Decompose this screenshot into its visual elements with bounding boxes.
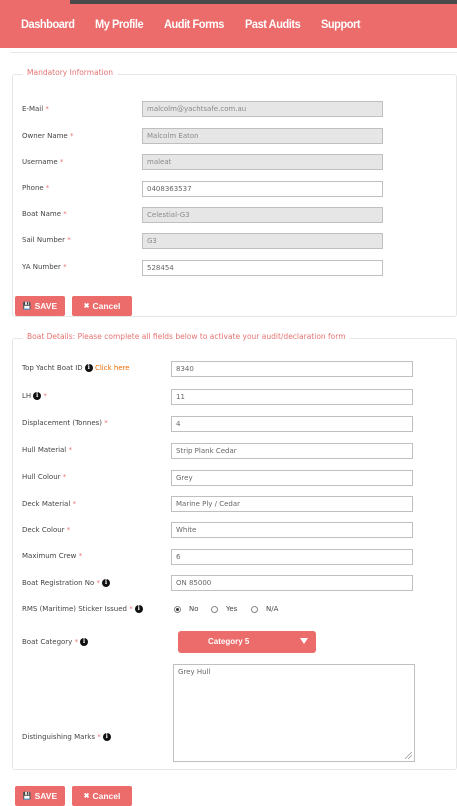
email-label: E-Mail * xyxy=(22,105,49,113)
info-icon[interactable]: i xyxy=(102,579,111,587)
hull-colour-field[interactable]: Grey xyxy=(171,470,413,486)
boat-category-label: Boat Category * i xyxy=(22,638,89,646)
rms-sticker-label: RMS (Maritime) Sticker Issued * i xyxy=(22,605,143,613)
click-here-link[interactable]: Click here xyxy=(95,364,130,372)
boat-category-select[interactable]: Category 5 xyxy=(178,631,316,653)
email-field[interactable]: malcolm@yachtsafe.com.au xyxy=(142,101,383,117)
floppy-disk-icon: 💾 xyxy=(22,793,32,800)
x-icon: ✖ xyxy=(83,793,90,800)
boat-details-legend: Boat Details: Please complete all fields… xyxy=(23,332,350,341)
ya-number-label: YA Number * xyxy=(22,263,67,271)
rms-radio-na[interactable] xyxy=(251,606,258,613)
displacement-field[interactable]: 4 xyxy=(171,416,413,432)
rms-radio-yes[interactable] xyxy=(211,606,218,613)
phone-field[interactable]: 0408363537 xyxy=(142,181,383,197)
main-nav: Dashboard My Profile Audit Forms Past Au… xyxy=(0,0,379,48)
sail-number-label: Sail Number * xyxy=(22,236,71,244)
nav-support[interactable]: Support xyxy=(321,17,361,31)
boat-name-field[interactable]: Celestial-G3 xyxy=(142,207,383,223)
owner-name-label: Owner Name * xyxy=(22,132,74,140)
rms-radio-na-label: N/A xyxy=(266,605,279,613)
rms-radio-no[interactable] xyxy=(174,606,181,613)
maximum-crew-field[interactable]: 6 xyxy=(171,549,413,565)
lh-label: LH i * xyxy=(22,392,47,400)
x-icon: ✖ xyxy=(83,303,90,310)
info-icon[interactable]: i xyxy=(134,605,143,613)
registration-field[interactable]: ON 85000 xyxy=(171,575,413,591)
cancel-button[interactable]: ✖ Cancel xyxy=(72,296,132,316)
save-button[interactable]: 💾 SAVE xyxy=(15,296,65,316)
phone-label: Phone * xyxy=(22,184,50,192)
divider xyxy=(10,52,457,53)
displacement-label: Displacement (Tonnes) * xyxy=(22,419,108,427)
boat-name-label: Boat Name * xyxy=(22,210,67,218)
nav-past-audits[interactable]: Past Audits xyxy=(245,17,301,31)
save-button-bottom[interactable]: 💾 SAVE xyxy=(15,786,65,806)
rms-radio-no-label: No xyxy=(189,605,199,613)
deck-colour-field[interactable]: White xyxy=(171,522,413,538)
distinguishing-marks-textarea[interactable]: Grey Hull xyxy=(173,664,415,762)
owner-name-field[interactable]: Malcolm Eaton xyxy=(142,128,383,144)
registration-label: Boat Registration No * i xyxy=(22,579,111,587)
hull-material-field[interactable]: Strip Plank Cedar xyxy=(171,443,413,459)
info-icon[interactable]: i xyxy=(84,364,93,372)
deck-material-field[interactable]: Marine Ply / Cedar xyxy=(171,496,413,512)
lh-field[interactable]: 11 xyxy=(171,389,413,405)
nav-audit-forms[interactable]: Audit Forms xyxy=(164,17,224,31)
nav-my-profile[interactable]: My Profile xyxy=(95,17,144,31)
mandatory-legend: Mandatory Information xyxy=(23,68,118,77)
resize-grip-icon[interactable] xyxy=(405,752,412,759)
boat-category-value: Category 5 xyxy=(208,637,250,646)
distinguishing-marks-label: Distinguishing Marks * i xyxy=(22,733,111,741)
deck-colour-label: Deck Colour * xyxy=(22,526,71,534)
hull-colour-label: Hull Colour * xyxy=(22,473,67,481)
sail-number-field[interactable]: G3 xyxy=(142,233,383,249)
deck-material-label: Deck Material * xyxy=(22,500,76,508)
chevron-down-icon xyxy=(300,638,308,644)
info-icon[interactable]: i xyxy=(33,392,42,400)
username-field[interactable]: maleat xyxy=(142,154,383,170)
maximum-crew-label: Maximum Crew * xyxy=(22,552,83,560)
distinguishing-marks-value: Grey Hull xyxy=(178,668,211,676)
info-icon[interactable]: i xyxy=(102,733,111,741)
hull-material-label: Hull Material * xyxy=(22,446,72,454)
top-yacht-id-field[interactable]: 8340 xyxy=(171,361,413,377)
top-yacht-label: Top Yacht Boat ID i Click here xyxy=(22,364,130,372)
ya-number-field[interactable]: 528454 xyxy=(142,260,383,276)
floppy-disk-icon: 💾 xyxy=(22,303,32,310)
rms-radio-yes-label: Yes xyxy=(226,605,238,613)
info-icon[interactable]: i xyxy=(80,638,89,646)
cancel-button-bottom[interactable]: ✖ Cancel xyxy=(72,786,132,806)
nav-dashboard[interactable]: Dashboard xyxy=(21,17,75,31)
rms-radio-group: No Yes N/A xyxy=(174,605,294,616)
username-label: Username * xyxy=(22,158,64,166)
